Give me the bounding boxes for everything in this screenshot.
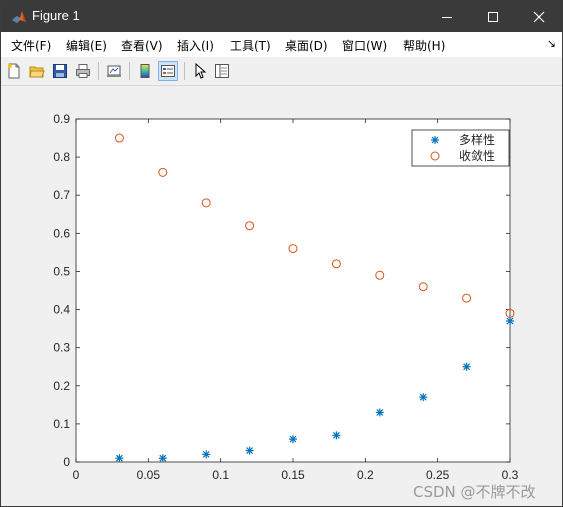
legend-marker [431,136,439,144]
data-point-1 [332,431,341,440]
menu-bar: 文件(F) 编辑(E) 查看(V) 插入(I) 工具(T) 桌面(D) 窗口(W… [1,32,562,57]
figure-canvas: 0 0.05 0.1 0.15 0.2 0.25 0.3 0 0.1 0.2 0.3 0.4 0.5 0.… [1,87,562,506]
figure-window: Figure 1 文件(F) 编辑(E) 查看(V) 插入(I) 工具(T) 桌… [0,0,563,507]
data-point-1 [115,454,124,463]
menu-file[interactable]: 文件(F) [11,37,51,54]
menu-window[interactable]: 窗口(W) [342,37,387,54]
y-tick-label: 0.4 [53,303,70,317]
watermark: CSDN @不牌不改 [413,483,536,501]
x-tick-label: 0.15 [281,468,305,482]
data-point-1 [419,393,428,402]
menu-help[interactable]: 帮助(H) [403,37,445,54]
edit-plot-button[interactable] [190,61,210,81]
maximize-button[interactable] [470,1,516,32]
legend-entry: 多样性 [459,132,495,147]
toolbar [1,57,562,86]
y-tick-label: 0 [63,455,70,469]
close-icon [533,11,545,22]
menu-desktop[interactable]: 桌面(D) [285,37,328,54]
open-file-icon [29,66,45,78]
minimize-icon [442,16,452,18]
title-bar[interactable]: Figure 1 [1,1,562,32]
menu-overflow-arrow[interactable]: ↘ [547,37,556,50]
y-tick-label: 0.6 [53,226,70,240]
window-title: Figure 1 [32,8,80,23]
x-tick-label: 0.05 [137,468,161,482]
close-button[interactable] [516,1,562,32]
y-tick-label: 0.8 [53,150,70,164]
y-tick-label: 0.2 [53,379,70,393]
matlab-icon [12,11,26,23]
legend-entry: 收敛性 [459,148,495,163]
x-tick-label: 0.2 [357,468,374,482]
data-point-1 [245,446,254,455]
toolbar-separator [129,62,130,80]
data-point-1 [375,408,384,417]
menu-edit[interactable]: 编辑(E) [66,37,107,54]
x-tick-label: 0.3 [502,468,519,482]
new-figure-button[interactable] [4,61,24,81]
minimize-button[interactable] [424,1,470,32]
x-tick-label: 0 [73,468,80,482]
insert-legend-icon [161,65,175,77]
maximize-icon [488,11,498,22]
property-inspector-icon [215,64,229,78]
y-tick-label: 0.1 [53,417,70,431]
link-plot-button[interactable] [104,61,124,81]
data-point-1 [506,316,514,325]
y-tick-label: 0.7 [53,188,70,202]
x-tick-label: 0.25 [426,468,450,482]
data-point-1 [202,450,211,459]
save-icon [53,64,67,78]
data-point-1 [289,435,297,444]
menu-insert[interactable]: 插入(I) [177,37,214,54]
open-file-button[interactable] [27,61,47,81]
toolbar-separator [184,62,185,80]
scatter-plot[interactable]: 0 0.05 0.1 0.15 0.2 0.25 0.3 0 0.1 0.2 0.3 0.4 0.5 0.… [1,87,562,506]
toolbar-separator [98,62,99,80]
print-button[interactable] [73,61,93,81]
y-tick-label: 0.5 [53,264,70,278]
y-tick-label: 0.9 [53,112,70,126]
x-tick-label: 0.1 [212,468,229,482]
link-plot-icon [107,65,121,77]
menu-tools[interactable]: 工具(T) [230,37,271,54]
edit-plot-arrow-icon [195,63,207,79]
menu-view[interactable]: 查看(V) [121,37,163,54]
print-icon [76,64,90,78]
insert-colorbar-icon [140,64,150,78]
insert-legend-button[interactable] [158,61,178,81]
y-tick-label: 0.3 [53,341,70,355]
property-inspector-button[interactable] [212,61,232,81]
insert-colorbar-button[interactable] [135,61,155,81]
data-point-1 [158,454,167,463]
new-figure-icon [8,63,20,79]
data-point-1 [462,362,471,371]
plot-area [75,118,511,463]
save-button[interactable] [50,61,70,81]
